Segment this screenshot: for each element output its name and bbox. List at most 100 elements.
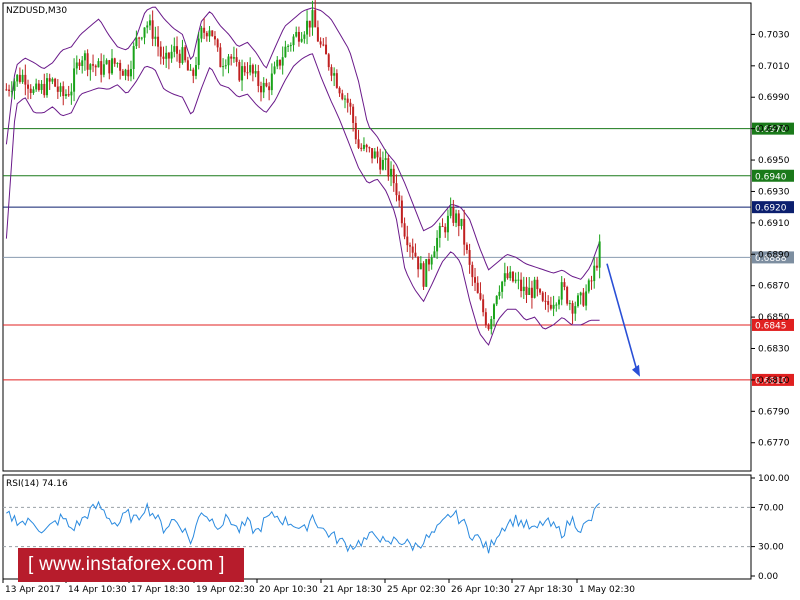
candle-body	[16, 74, 19, 82]
candle-body	[325, 44, 328, 55]
candle-body	[67, 94, 70, 96]
candle-body	[322, 44, 325, 46]
candle-body	[400, 200, 403, 224]
candle-body	[78, 62, 81, 67]
candle-body	[8, 89, 11, 91]
candle-body	[287, 45, 290, 47]
candle-body	[92, 64, 95, 66]
candle-body	[159, 46, 162, 57]
candle-body	[208, 30, 211, 37]
price-tick-label: 0.6970	[758, 125, 790, 135]
candle-body	[265, 82, 268, 87]
candle-body	[97, 61, 100, 68]
candle-body	[311, 10, 314, 28]
candle-body	[121, 70, 124, 76]
candle-body	[111, 58, 114, 74]
candle-body	[13, 81, 16, 91]
candle-body	[37, 83, 40, 91]
price-tick-label: 0.6810	[758, 376, 790, 386]
price-tick-label: 0.6790	[758, 407, 790, 417]
candle-body	[501, 281, 504, 292]
candle-body	[574, 306, 577, 314]
price-tick-label: 0.7030	[758, 30, 790, 40]
chart-title: NZDUSD,M30	[6, 6, 67, 16]
candle-body	[284, 46, 287, 58]
candle-body	[213, 36, 216, 40]
candle-body	[32, 89, 35, 93]
candle-body	[165, 52, 168, 59]
candle-body	[45, 78, 48, 96]
candle-body	[474, 277, 477, 283]
rsi-tick-label: 30.00	[758, 543, 784, 553]
candle-body	[135, 37, 138, 47]
chart-canvas: 0.69700.69400.69200.68880.68450.6810 0.7…	[0, 0, 800, 600]
candle-body	[371, 148, 374, 159]
price-tick-label: 0.6910	[758, 219, 790, 229]
candle-body	[62, 86, 65, 97]
candle-body	[403, 223, 406, 237]
candle-body	[571, 303, 574, 314]
rsi-label: RSI(14) 74.16	[6, 479, 68, 489]
candle-body	[425, 259, 428, 287]
time-tick-label: 17 Apr 18:30	[131, 585, 190, 595]
candle-body	[411, 246, 414, 253]
candle-body	[21, 74, 24, 82]
candle-body	[157, 36, 160, 47]
candle-body	[395, 183, 398, 196]
candle-body	[203, 27, 206, 33]
candle-body	[18, 74, 21, 82]
candle-body	[297, 31, 300, 42]
candle-body	[409, 245, 412, 247]
candle-body	[506, 273, 509, 279]
candle-body	[295, 31, 298, 37]
price-tick-label: 0.7010	[758, 62, 790, 72]
candle-body	[48, 78, 51, 82]
candle-body	[365, 144, 368, 148]
candle-body	[75, 62, 78, 69]
candle-body	[533, 279, 536, 298]
candle-body	[525, 286, 528, 295]
candle-body	[384, 158, 387, 160]
candle-body	[417, 256, 420, 270]
candle-body	[576, 295, 579, 307]
candle-body	[238, 62, 241, 81]
candle-body	[579, 292, 582, 296]
candle-body	[330, 67, 333, 76]
candle-body	[471, 264, 474, 278]
candle-body	[35, 83, 38, 90]
time-tick-label: 20 Apr 10:30	[259, 585, 318, 595]
candle-body	[151, 20, 154, 39]
candle-body	[539, 289, 542, 293]
level-label: 0.6920	[755, 204, 787, 214]
candle-body	[373, 151, 376, 159]
candle-body	[124, 69, 127, 76]
candle-body	[528, 287, 531, 295]
candle-body	[235, 57, 238, 63]
candle-body	[449, 207, 452, 216]
candle-body	[338, 87, 341, 94]
candle-body	[243, 66, 246, 73]
candle-body	[552, 304, 555, 309]
candle-body	[227, 56, 230, 66]
candle-body	[357, 139, 360, 148]
candle-body	[438, 226, 441, 238]
candle-body	[530, 287, 533, 298]
price-tick-label: 0.6850	[758, 313, 790, 323]
candle-body	[316, 27, 319, 42]
candle-body	[343, 98, 346, 100]
candle-body	[89, 64, 92, 70]
time-tick-label: 26 Apr 10:30	[451, 585, 510, 595]
candle-body	[598, 241, 601, 268]
rsi-tick-label: 100.00	[758, 474, 790, 484]
time-tick-label: 1 May 02:30	[579, 585, 635, 595]
candle-body	[300, 38, 303, 42]
candle-body	[24, 74, 27, 85]
candle-body	[455, 213, 458, 223]
candle-body	[520, 279, 523, 292]
candle-body	[387, 158, 390, 177]
candle-body	[346, 98, 349, 103]
time-tick-label: 27 Apr 18:30	[514, 585, 573, 595]
candle-body	[414, 252, 417, 257]
candle-body	[170, 51, 173, 59]
candle-body	[390, 168, 393, 177]
